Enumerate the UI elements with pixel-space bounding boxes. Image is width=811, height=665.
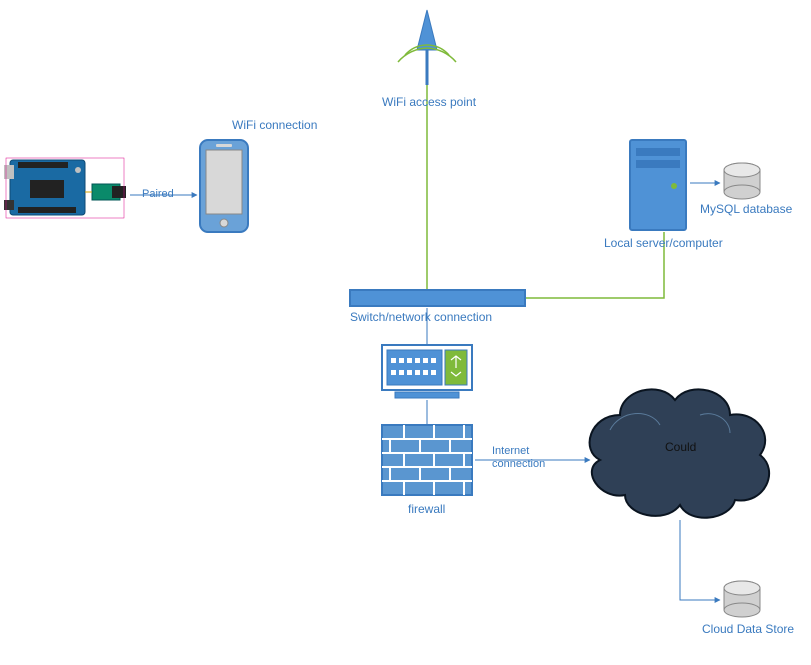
server-icon (630, 140, 686, 230)
arduino-icon (4, 158, 126, 218)
label-paired: Paired (142, 188, 174, 201)
wifi-ap-icon (398, 10, 456, 85)
label-cloud: Could (665, 440, 696, 454)
switch-icon (350, 290, 525, 306)
smartphone-icon (200, 140, 248, 232)
label-mysql: MySQL database (700, 202, 792, 216)
firewall-icon (382, 425, 472, 495)
label-internet: Internet connection (492, 445, 545, 471)
router-icon (382, 345, 472, 398)
mysql-db-icon (724, 163, 760, 199)
connector-cloud-store (680, 520, 720, 600)
label-local-server: Local server/computer (604, 236, 723, 250)
cloud-db-icon (724, 581, 760, 617)
label-wifi-connection: WiFi connection (232, 118, 317, 132)
label-firewall: firewall (408, 502, 445, 516)
label-wifi-ap: WiFi access point (382, 95, 476, 109)
label-switch: Switch/network connection (350, 310, 492, 324)
label-cloud-store: Cloud Data Store (702, 622, 794, 636)
